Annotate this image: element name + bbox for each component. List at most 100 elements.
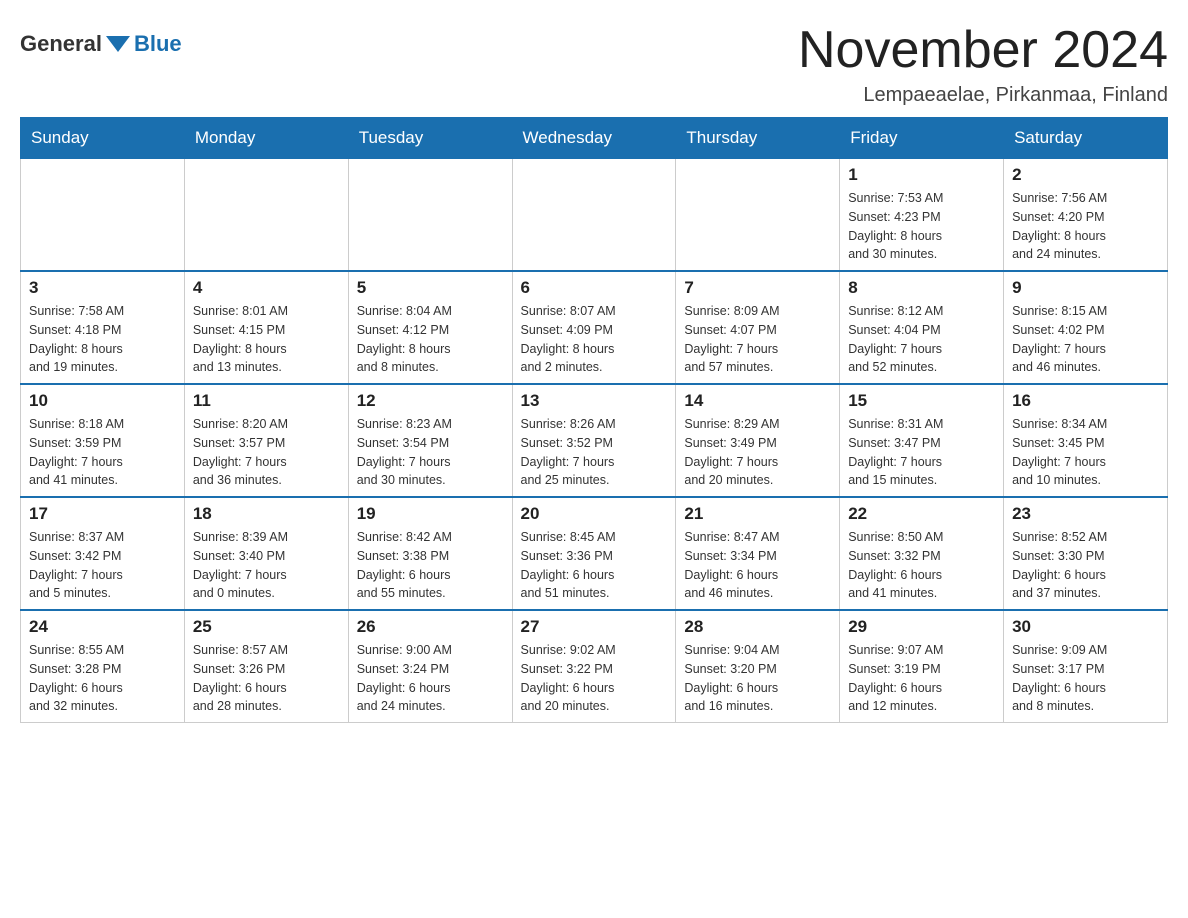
day-number: 27 xyxy=(521,617,668,637)
calendar-cell: 17 Sunrise: 8:37 AM Sunset: 3:42 PM Dayli… xyxy=(21,497,185,610)
day-number: 28 xyxy=(684,617,831,637)
day-info: Sunrise: 8:55 AM Sunset: 3:28 PM Dayligh… xyxy=(29,641,176,716)
day-number: 9 xyxy=(1012,278,1159,298)
weekday-header-thursday: Thursday xyxy=(676,118,840,159)
day-info: Sunrise: 9:00 AM Sunset: 3:24 PM Dayligh… xyxy=(357,641,504,716)
calendar-cell: 5 Sunrise: 8:04 AM Sunset: 4:12 PM Daylig… xyxy=(348,271,512,384)
calendar-cell: 23 Sunrise: 8:52 AM Sunset: 3:30 PM Dayli… xyxy=(1004,497,1168,610)
day-number: 25 xyxy=(193,617,340,637)
day-info: Sunrise: 8:34 AM Sunset: 3:45 PM Dayligh… xyxy=(1012,415,1159,490)
day-number: 20 xyxy=(521,504,668,524)
weekday-header-monday: Monday xyxy=(184,118,348,159)
weekday-header-tuesday: Tuesday xyxy=(348,118,512,159)
day-number: 24 xyxy=(29,617,176,637)
weekday-header-row: SundayMondayTuesdayWednesdayThursdayFrid… xyxy=(21,118,1168,159)
day-info: Sunrise: 8:37 AM Sunset: 3:42 PM Dayligh… xyxy=(29,528,176,603)
calendar-cell: 9 Sunrise: 8:15 AM Sunset: 4:02 PM Daylig… xyxy=(1004,271,1168,384)
calendar-cell xyxy=(348,159,512,272)
day-number: 23 xyxy=(1012,504,1159,524)
calendar-cell: 28 Sunrise: 9:04 AM Sunset: 3:20 PM Dayli… xyxy=(676,610,840,723)
day-info: Sunrise: 7:56 AM Sunset: 4:20 PM Dayligh… xyxy=(1012,189,1159,264)
weekday-header-friday: Friday xyxy=(840,118,1004,159)
day-info: Sunrise: 8:18 AM Sunset: 3:59 PM Dayligh… xyxy=(29,415,176,490)
calendar-cell: 10 Sunrise: 8:18 AM Sunset: 3:59 PM Dayli… xyxy=(21,384,185,497)
month-title: November 2024 xyxy=(798,20,1168,80)
calendar-cell: 22Sunrise: 8:50 AM Sunset: 3:32 PM Dayli… xyxy=(840,497,1004,610)
calendar-cell: 21Sunrise: 8:47 AM Sunset: 3:34 PM Dayli… xyxy=(676,497,840,610)
day-info: Sunrise: 7:53 AM Sunset: 4:23 PM Dayligh… xyxy=(848,189,995,264)
day-info: Sunrise: 8:42 AM Sunset: 3:38 PM Dayligh… xyxy=(357,528,504,603)
day-info: Sunrise: 8:23 AM Sunset: 3:54 PM Dayligh… xyxy=(357,415,504,490)
weekday-header-saturday: Saturday xyxy=(1004,118,1168,159)
day-info: Sunrise: 8:52 AM Sunset: 3:30 PM Dayligh… xyxy=(1012,528,1159,603)
day-number: 14 xyxy=(684,391,831,411)
calendar-cell: 20 Sunrise: 8:45 AM Sunset: 3:36 PM Dayli… xyxy=(512,497,676,610)
calendar-cell xyxy=(21,159,185,272)
calendar-cell: 30Sunrise: 9:09 AM Sunset: 3:17 PM Dayli… xyxy=(1004,610,1168,723)
day-number: 22 xyxy=(848,504,995,524)
day-info: Sunrise: 8:04 AM Sunset: 4:12 PM Dayligh… xyxy=(357,302,504,377)
location-subtitle: Lempaeaelae, Pirkanmaa, Finland xyxy=(798,84,1168,107)
day-number: 17 xyxy=(29,504,176,524)
calendar-cell: 6Sunrise: 8:07 AM Sunset: 4:09 PM Daylig… xyxy=(512,271,676,384)
calendar-cell: 14 Sunrise: 8:29 AM Sunset: 3:49 PM Dayli… xyxy=(676,384,840,497)
day-info: Sunrise: 9:04 AM Sunset: 3:20 PM Dayligh… xyxy=(684,641,831,716)
day-info: Sunrise: 7:58 AM Sunset: 4:18 PM Dayligh… xyxy=(29,302,176,377)
day-number: 6 xyxy=(521,278,668,298)
day-number: 16 xyxy=(1012,391,1159,411)
day-number: 29 xyxy=(848,617,995,637)
day-number: 18 xyxy=(193,504,340,524)
day-number: 8 xyxy=(848,278,995,298)
logo-blue-text: Blue xyxy=(134,31,182,57)
day-info: Sunrise: 9:09 AM Sunset: 3:17 PM Dayligh… xyxy=(1012,641,1159,716)
weekday-header-wednesday: Wednesday xyxy=(512,118,676,159)
calendar-cell: 7 Sunrise: 8:09 AM Sunset: 4:07 PM Daylig… xyxy=(676,271,840,384)
calendar-week-4: 17 Sunrise: 8:37 AM Sunset: 3:42 PM Dayli… xyxy=(21,497,1168,610)
day-number: 1 xyxy=(848,165,995,185)
day-info: Sunrise: 8:15 AM Sunset: 4:02 PM Dayligh… xyxy=(1012,302,1159,377)
calendar-cell: 29 Sunrise: 9:07 AM Sunset: 3:19 PM Dayli… xyxy=(840,610,1004,723)
day-info: Sunrise: 8:01 AM Sunset: 4:15 PM Dayligh… xyxy=(193,302,340,377)
day-number: 12 xyxy=(357,391,504,411)
title-area: November 2024 Lempaeaelae, Pirkanmaa, Fi… xyxy=(798,20,1168,107)
calendar-cell: 26Sunrise: 9:00 AM Sunset: 3:24 PM Dayli… xyxy=(348,610,512,723)
day-info: Sunrise: 8:57 AM Sunset: 3:26 PM Dayligh… xyxy=(193,641,340,716)
calendar-cell: 27 Sunrise: 9:02 AM Sunset: 3:22 PM Dayli… xyxy=(512,610,676,723)
calendar-cell: 16 Sunrise: 8:34 AM Sunset: 3:45 PM Dayli… xyxy=(1004,384,1168,497)
day-info: Sunrise: 9:02 AM Sunset: 3:22 PM Dayligh… xyxy=(521,641,668,716)
calendar-week-3: 10 Sunrise: 8:18 AM Sunset: 3:59 PM Dayli… xyxy=(21,384,1168,497)
logo: General Blue xyxy=(20,30,182,58)
day-info: Sunrise: 8:31 AM Sunset: 3:47 PM Dayligh… xyxy=(848,415,995,490)
calendar-cell xyxy=(676,159,840,272)
calendar-cell: 25 Sunrise: 8:57 AM Sunset: 3:26 PM Dayli… xyxy=(184,610,348,723)
calendar-cell xyxy=(184,159,348,272)
calendar-cell: 2Sunrise: 7:56 AM Sunset: 4:20 PM Daylig… xyxy=(1004,159,1168,272)
day-info: Sunrise: 8:39 AM Sunset: 3:40 PM Dayligh… xyxy=(193,528,340,603)
calendar-cell: 1 Sunrise: 7:53 AM Sunset: 4:23 PM Daylig… xyxy=(840,159,1004,272)
weekday-header-sunday: Sunday xyxy=(21,118,185,159)
calendar-cell: 11 Sunrise: 8:20 AM Sunset: 3:57 PM Dayli… xyxy=(184,384,348,497)
day-number: 11 xyxy=(193,391,340,411)
day-number: 13 xyxy=(521,391,668,411)
calendar-cell: 13Sunrise: 8:26 AM Sunset: 3:52 PM Dayli… xyxy=(512,384,676,497)
calendar-week-2: 3 Sunrise: 7:58 AM Sunset: 4:18 PM Daylig… xyxy=(21,271,1168,384)
day-number: 10 xyxy=(29,391,176,411)
calendar-week-5: 24 Sunrise: 8:55 AM Sunset: 3:28 PM Dayli… xyxy=(21,610,1168,723)
day-number: 3 xyxy=(29,278,176,298)
day-info: Sunrise: 9:07 AM Sunset: 3:19 PM Dayligh… xyxy=(848,641,995,716)
day-number: 15 xyxy=(848,391,995,411)
calendar-week-1: 1 Sunrise: 7:53 AM Sunset: 4:23 PM Daylig… xyxy=(21,159,1168,272)
page-header: General Blue November 2024 Lempaeaelae, … xyxy=(20,20,1168,107)
day-number: 5 xyxy=(357,278,504,298)
day-info: Sunrise: 8:09 AM Sunset: 4:07 PM Dayligh… xyxy=(684,302,831,377)
calendar-cell: 19 Sunrise: 8:42 AM Sunset: 3:38 PM Dayli… xyxy=(348,497,512,610)
calendar-cell: 4Sunrise: 8:01 AM Sunset: 4:15 PM Daylig… xyxy=(184,271,348,384)
calendar-cell: 3 Sunrise: 7:58 AM Sunset: 4:18 PM Daylig… xyxy=(21,271,185,384)
day-info: Sunrise: 8:20 AM Sunset: 3:57 PM Dayligh… xyxy=(193,415,340,490)
day-info: Sunrise: 8:29 AM Sunset: 3:49 PM Dayligh… xyxy=(684,415,831,490)
day-number: 19 xyxy=(357,504,504,524)
calendar-cell: 15 Sunrise: 8:31 AM Sunset: 3:47 PM Dayli… xyxy=(840,384,1004,497)
day-info: Sunrise: 8:45 AM Sunset: 3:36 PM Dayligh… xyxy=(521,528,668,603)
calendar-cell: 18 Sunrise: 8:39 AM Sunset: 3:40 PM Dayli… xyxy=(184,497,348,610)
day-number: 7 xyxy=(684,278,831,298)
